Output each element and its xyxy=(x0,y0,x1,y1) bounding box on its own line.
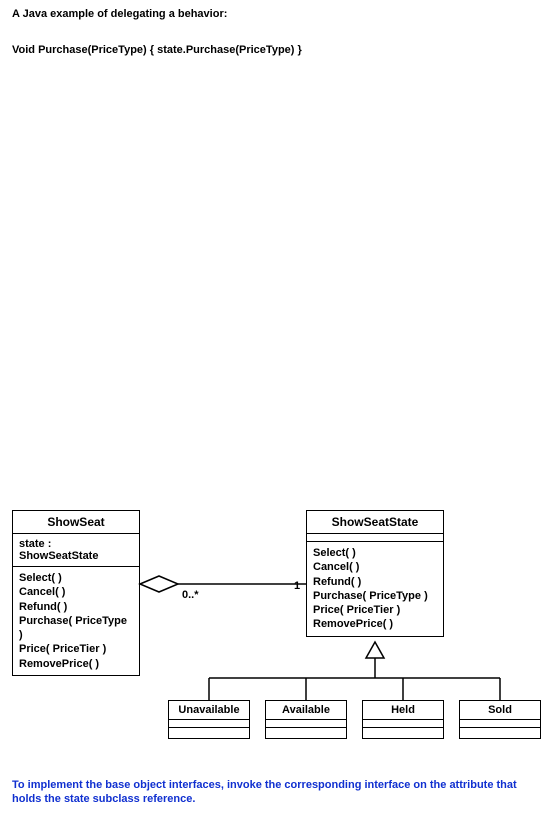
uml-op: Cancel( ) xyxy=(19,585,133,599)
multiplicity-right: 1 xyxy=(294,580,300,592)
uml-class-title: ShowSeatState xyxy=(307,511,443,534)
uml-class-attrs: state : ShowSeatState xyxy=(13,534,139,567)
multiplicity-left: 0..* xyxy=(182,589,199,601)
uml-op: RemovePrice( ) xyxy=(313,617,437,631)
uml-op: Purchase( PriceType ) xyxy=(19,614,133,643)
uml-class-ops: Select( ) Cancel( ) Refund( ) Purchase( … xyxy=(13,567,139,675)
footer-note: To implement the base object interfaces,… xyxy=(12,778,538,807)
uml-class-title: Held xyxy=(363,701,443,720)
uml-class-unavailable: Unavailable xyxy=(168,700,250,739)
uml-class-ops xyxy=(363,728,443,738)
uml-class-title: Available xyxy=(266,701,346,720)
uml-op: RemovePrice( ) xyxy=(19,657,133,671)
uml-class-held: Held xyxy=(362,700,444,739)
uml-class-title: Unavailable xyxy=(169,701,249,720)
uml-op: Select( ) xyxy=(19,571,133,585)
uml-connectors xyxy=(0,0,550,820)
uml-class-attrs xyxy=(460,720,540,728)
uml-class-available: Available xyxy=(265,700,347,739)
uml-class-showseat: ShowSeat state : ShowSeatState Select( )… xyxy=(12,510,140,676)
uml-class-title: Sold xyxy=(460,701,540,720)
uml-class-ops: Select( ) Cancel( ) Refund( ) Purchase( … xyxy=(307,542,443,636)
uml-class-attrs xyxy=(169,720,249,728)
uml-class-attrs xyxy=(363,720,443,728)
uml-class-attrs xyxy=(266,720,346,728)
uml-op: Select( ) xyxy=(313,546,437,560)
uml-op: Price( PriceTier ) xyxy=(313,603,437,617)
uml-op: Purchase( PriceType ) xyxy=(313,589,437,603)
uml-class-ops xyxy=(169,728,249,738)
uml-class-title: ShowSeat xyxy=(13,511,139,534)
uml-class-ops xyxy=(460,728,540,738)
uml-class-showseatstate: ShowSeatState Select( ) Cancel( ) Refund… xyxy=(306,510,444,637)
uml-op: Cancel( ) xyxy=(313,560,437,574)
uml-op: Refund( ) xyxy=(19,600,133,614)
uml-op: Refund( ) xyxy=(313,575,437,589)
uml-class-attrs xyxy=(307,534,443,542)
uml-op: Price( PriceTier ) xyxy=(19,642,133,656)
uml-class-sold: Sold xyxy=(459,700,541,739)
code-example: Void Purchase(PriceType) { state.Purchas… xyxy=(12,44,302,56)
uml-class-ops xyxy=(266,728,346,738)
intro-text: A Java example of delegating a behavior: xyxy=(12,8,227,20)
